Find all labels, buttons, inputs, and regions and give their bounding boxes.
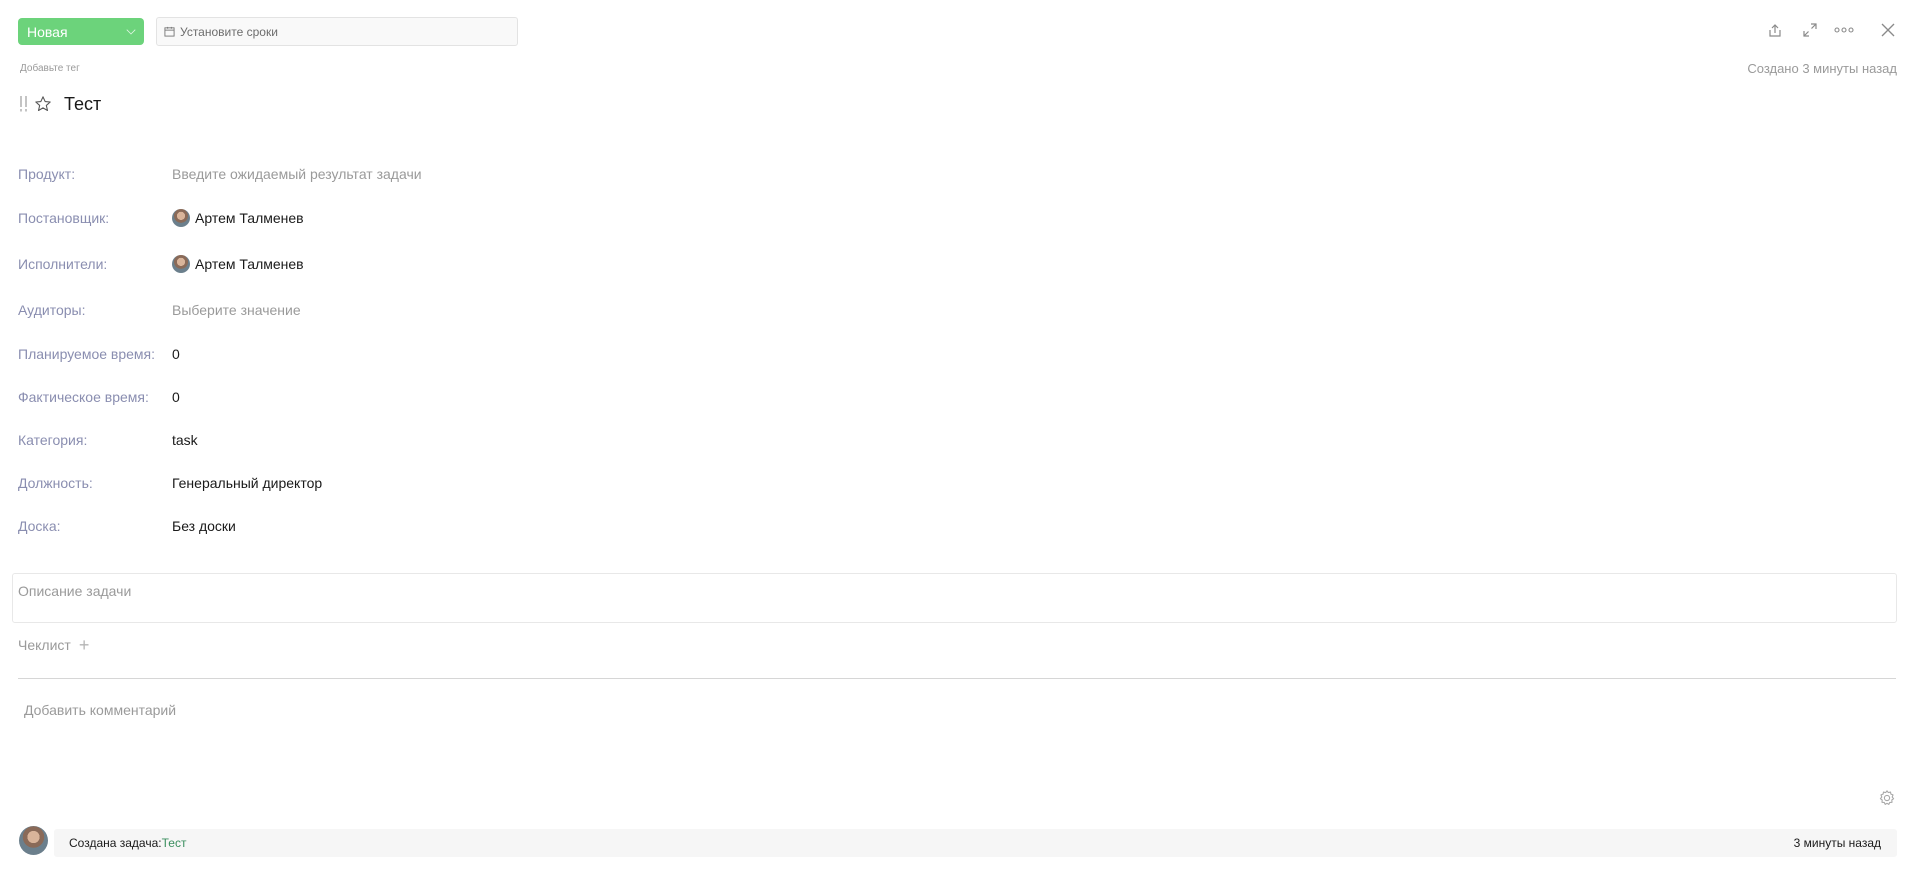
activity-task-link[interactable]: Тест — [162, 836, 187, 850]
field-author: Постановщик: Артем Талменев — [18, 208, 304, 228]
title-row: Тест — [18, 92, 101, 116]
avatar — [19, 826, 48, 855]
assignee-user[interactable]: Артем Талменев — [172, 255, 304, 273]
position-select[interactable]: Генеральный директор — [172, 475, 322, 491]
field-label: Исполнители: — [18, 256, 108, 272]
more-icon[interactable] — [1832, 17, 1856, 43]
calendar-icon — [164, 26, 175, 37]
author-user[interactable]: Артем Талменев — [172, 209, 304, 227]
gear-icon[interactable] — [1878, 789, 1896, 807]
field-label: Доска: — [18, 518, 61, 534]
field-label: Постановщик: — [18, 210, 110, 226]
field-actual-time: Фактическое время: 0 — [18, 387, 180, 407]
avatar — [172, 209, 190, 227]
field-label: Категория: — [18, 432, 88, 448]
field-category: Категория: task — [18, 430, 198, 450]
star-icon[interactable] — [34, 95, 52, 113]
status-select[interactable]: Новая — [18, 18, 144, 45]
deadline-placeholder: Установите сроки — [180, 24, 278, 39]
deadline-button[interactable]: Установите сроки — [156, 17, 518, 46]
activity-item: Создана задача: Тест 3 минуты назад — [54, 829, 1897, 857]
planned-time-input[interactable]: 0 — [172, 346, 180, 362]
task-title[interactable]: Тест — [64, 94, 101, 115]
close-icon[interactable] — [1876, 17, 1900, 43]
created-meta: Создано 3 минуты назад — [1747, 61, 1897, 76]
field-label: Аудиторы: — [18, 302, 86, 318]
field-auditors: Аудиторы: Выберите значение — [18, 300, 301, 320]
field-label: Должность: — [18, 475, 93, 491]
chevron-down-icon — [126, 25, 136, 35]
actual-time-input[interactable]: 0 — [172, 389, 180, 405]
board-select[interactable]: Без доски — [172, 518, 236, 534]
add-tag-link[interactable]: Добавьте тег — [20, 63, 80, 74]
field-position: Должность: Генеральный директор — [18, 473, 322, 493]
activity-text: Создана задача: — [69, 836, 162, 850]
comment-input[interactable]: Добавить комментарий — [18, 700, 1878, 790]
category-select[interactable]: task — [172, 432, 198, 448]
field-planned-time: Планируемое время: 0 — [18, 344, 180, 364]
avatar — [172, 255, 190, 273]
checklist-section: Чеклист + — [18, 636, 90, 654]
field-label: Планируемое время: — [18, 346, 156, 362]
field-label: Фактическое время: — [18, 389, 149, 405]
description-input[interactable]: Описание задачи — [12, 573, 1897, 623]
field-label: Продукт: — [18, 166, 76, 182]
share-icon[interactable] — [1763, 17, 1787, 43]
field-board: Доска: Без доски — [18, 516, 236, 536]
add-checklist-icon[interactable]: + — [79, 636, 90, 654]
product-input[interactable]: Введите ожидаемый результат задачи — [172, 166, 422, 182]
priority-icon[interactable] — [18, 94, 30, 114]
checklist-label: Чеклист — [18, 637, 71, 653]
user-name: Артем Талменев — [195, 210, 304, 226]
field-product: Продукт: Введите ожидаемый результат зад… — [18, 164, 422, 184]
auditors-select[interactable]: Выберите значение — [172, 302, 301, 318]
status-label: Новая — [27, 23, 68, 40]
user-name: Артем Талменев — [195, 256, 304, 272]
expand-icon[interactable] — [1798, 17, 1822, 43]
activity-time: 3 минуты назад — [1793, 836, 1881, 850]
divider — [18, 678, 1896, 679]
field-assignees: Исполнители: Артем Талменев — [18, 254, 304, 274]
